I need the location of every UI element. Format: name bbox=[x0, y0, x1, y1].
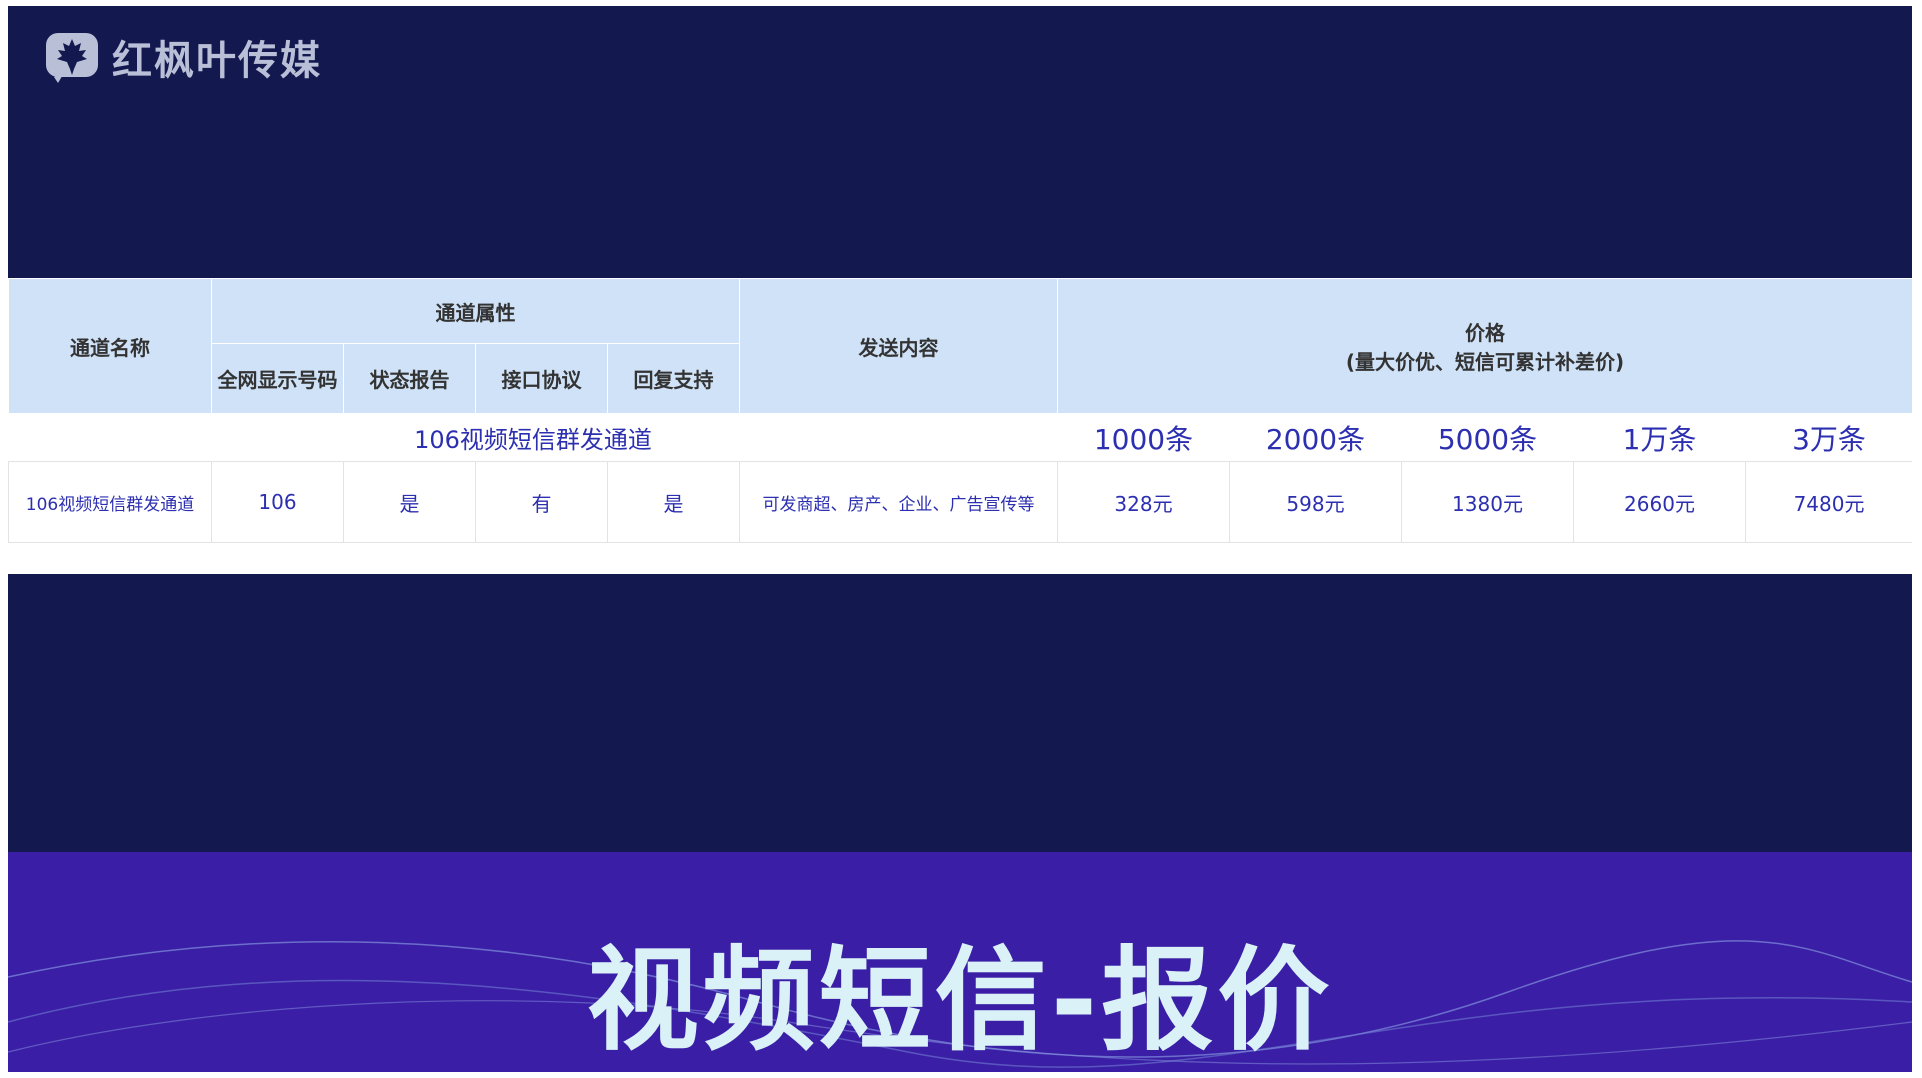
channel-name-header: 通道名称 bbox=[8, 278, 212, 414]
pricing-table-area: 通道名称 通道属性 发送内容 价格 (量大价优、短信可累计补差价) 全网显示号码… bbox=[8, 278, 1912, 546]
quantity-cell: 2000条 bbox=[1229, 413, 1402, 462]
attr-header-status: 状态报告 bbox=[343, 343, 476, 414]
row-reply: 是 bbox=[607, 461, 740, 543]
attr-header-protocol: 接口协议 bbox=[475, 343, 608, 414]
price-note: (量大价优、短信可累计补差价) bbox=[1345, 350, 1625, 374]
content-header: 发送内容 bbox=[739, 278, 1058, 414]
header-row: 通道名称 通道属性 发送内容 价格 (量大价优、短信可累计补差价) bbox=[8, 278, 1912, 414]
price-cell: 1380元 bbox=[1401, 461, 1574, 543]
table-row: 106视频短信群发通道 106 是 有 是 可发商超、房产、企业、广告宣传等 3… bbox=[8, 461, 1912, 543]
row-number: 106 bbox=[211, 461, 344, 543]
quantity-row: 106视频短信群发通道 1000条 2000条 5000条 1万条 3万条 bbox=[8, 413, 1912, 462]
maple-leaf-icon bbox=[46, 33, 98, 83]
page-title: 视频短信-报价 bbox=[586, 936, 1334, 1066]
price-title: 价格 bbox=[1465, 321, 1506, 345]
row-protocol: 有 bbox=[475, 461, 608, 543]
price-cell: 328元 bbox=[1057, 461, 1230, 543]
quantity-cell: 5000条 bbox=[1401, 413, 1574, 462]
pricing-table: 通道名称 通道属性 发送内容 价格 (量大价优、短信可累计补差价) 全网显示号码… bbox=[8, 278, 1912, 543]
price-cell: 598元 bbox=[1229, 461, 1402, 543]
quantity-cell: 1万条 bbox=[1573, 413, 1746, 462]
quantity-cell: 1000条 bbox=[1057, 413, 1230, 462]
brand-logo: 红枫叶传媒 bbox=[44, 28, 322, 86]
top-banner: 红枫叶传媒 bbox=[8, 6, 1912, 278]
brand-name: 红枫叶传媒 bbox=[112, 38, 322, 84]
slide: 红枫叶传媒 通道名称 通道属性 发送内容 价格 (量大价优、短信可累计补差价) bbox=[8, 6, 1912, 1072]
attr-header-reply: 回复支持 bbox=[607, 343, 740, 414]
row-status-report: 是 bbox=[343, 461, 476, 543]
row-channel-name: 106视频短信群发通道 bbox=[8, 461, 212, 543]
channel-banner: 106视频短信群发通道 bbox=[8, 413, 1058, 462]
row-content: 可发商超、房产、企业、广告宣传等 bbox=[739, 461, 1058, 543]
price-header: 价格 (量大价优、短信可累计补差价) bbox=[1056, 278, 1912, 414]
attr-header-number: 全网显示号码 bbox=[211, 343, 344, 414]
title-banner: 视频短信-报价 bbox=[8, 852, 1912, 1072]
price-cell: 2660元 bbox=[1573, 461, 1746, 543]
quantity-cell: 3万条 bbox=[1745, 413, 1912, 462]
price-cell: 7480元 bbox=[1744, 461, 1912, 543]
attributes-group-header: 通道属性 bbox=[211, 278, 740, 344]
middle-banner bbox=[8, 574, 1912, 852]
